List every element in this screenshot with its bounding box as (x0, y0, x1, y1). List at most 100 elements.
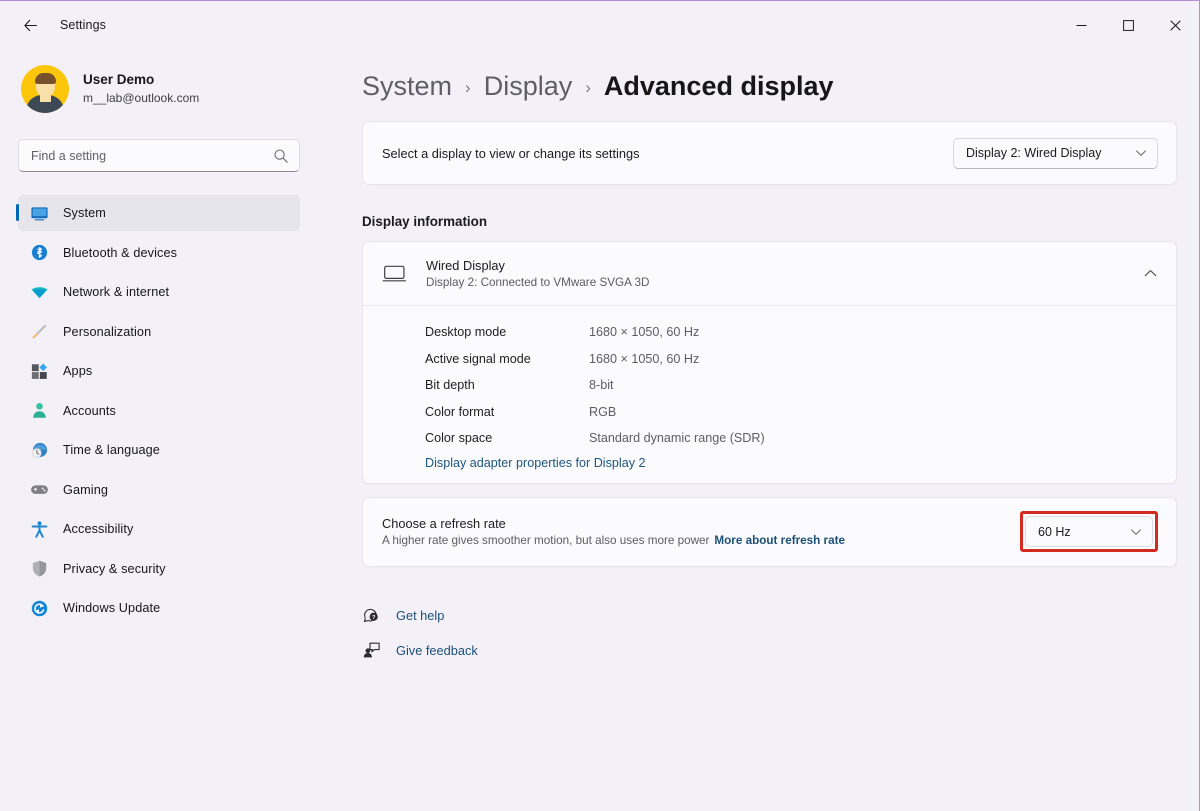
sidebar-item-label: Bluetooth & devices (63, 246, 177, 260)
maximize-button[interactable] (1105, 1, 1152, 49)
avatar (21, 65, 69, 113)
back-arrow-icon (22, 17, 39, 34)
sidebar-item-personalization[interactable]: Personalization (18, 314, 300, 350)
detail-key: Color format (425, 405, 589, 419)
sidebar-item-bluetooth-devices[interactable]: Bluetooth & devices (18, 235, 300, 271)
window-controls (1058, 1, 1199, 49)
detail-value: Standard dynamic range (SDR) (589, 431, 765, 445)
give-feedback-link[interactable]: Give feedback (362, 633, 488, 668)
svg-text:?: ? (372, 614, 376, 620)
update-refresh-icon (29, 598, 49, 618)
refresh-rate-dropdown[interactable]: 60 Hz (1025, 516, 1153, 547)
feedback-person-icon (362, 641, 388, 660)
detail-row: Color space Standard dynamic range (SDR) (363, 425, 1176, 452)
sidebar-item-label: Windows Update (63, 601, 160, 615)
search-icon (273, 148, 289, 164)
refresh-rate-value: 60 Hz (1038, 525, 1071, 539)
close-button[interactable] (1152, 1, 1199, 49)
refresh-rate-highlight: 60 Hz (1020, 511, 1158, 552)
sidebar-item-label: Privacy & security (63, 562, 166, 576)
account-email: m__lab@outlook.com (83, 91, 199, 106)
help-question-icon: ? (362, 606, 388, 625)
clock-globe-icon (29, 440, 49, 460)
detail-value: 1680 × 1050, 60 Hz (589, 352, 699, 366)
sidebar-item-network-internet[interactable]: Network & internet (18, 274, 300, 310)
apps-grid-icon (29, 361, 49, 381)
display-selector-card: Select a display to view or change its s… (362, 121, 1177, 185)
footer-links: ? Get help Give feedback (362, 598, 1199, 668)
monitor-outline-icon (382, 261, 414, 286)
close-icon (1170, 20, 1181, 31)
chevron-right-icon: › (585, 78, 591, 98)
search-input[interactable] (31, 149, 273, 163)
sidebar-item-time-language[interactable]: Time & language (18, 432, 300, 468)
display-detail-list: Desktop mode 1680 × 1050, 60 Hz Active s… (363, 306, 1176, 483)
detail-key: Color space (425, 431, 589, 445)
more-about-refresh-rate-link[interactable]: More about refresh rate (714, 534, 845, 547)
shield-icon (29, 559, 49, 579)
search-box[interactable] (18, 139, 300, 172)
sidebar-nav: System Bluetooth & devices (16, 195, 304, 626)
refresh-rate-card: Choose a refresh rate A higher rate give… (362, 497, 1177, 567)
monitor-icon (29, 203, 49, 223)
person-icon (29, 401, 49, 421)
wired-display-name: Wired Display (426, 258, 1143, 273)
back-button[interactable] (12, 9, 48, 41)
sidebar-item-system[interactable]: System (18, 195, 300, 231)
get-help-link[interactable]: ? Get help (362, 598, 454, 633)
account-tile[interactable]: User Demo m__lab@outlook.com (16, 49, 304, 123)
minimize-icon (1076, 20, 1087, 31)
minimize-button[interactable] (1058, 1, 1105, 49)
sidebar-item-label: Apps (63, 364, 92, 378)
sidebar-item-accessibility[interactable]: Accessibility (18, 511, 300, 547)
gamepad-icon (29, 480, 49, 500)
refresh-rate-row: Choose a refresh rate A higher rate give… (363, 498, 1176, 566)
sidebar-item-label: Accounts (63, 404, 116, 418)
maximize-icon (1123, 20, 1134, 31)
display-selector-label: Select a display to view or change its s… (382, 146, 953, 161)
display-selector-value: Display 2: Wired Display (966, 146, 1101, 160)
wifi-icon (29, 282, 49, 302)
display-selector-row: Select a display to view or change its s… (363, 122, 1176, 184)
sidebar-item-apps[interactable]: Apps (18, 353, 300, 389)
sidebar-item-label: Time & language (63, 443, 160, 457)
display-adapter-properties-link[interactable]: Display adapter properties for Display 2 (363, 452, 1176, 470)
breadcrumb: System › Display › Advanced display (330, 49, 1199, 121)
detail-key: Desktop mode (425, 325, 589, 339)
breadcrumb-display[interactable]: Display (484, 71, 573, 102)
detail-row: Active signal mode 1680 × 1050, 60 Hz (363, 346, 1176, 373)
detail-value: RGB (589, 405, 616, 419)
give-feedback-label: Give feedback (396, 643, 478, 658)
sidebar-item-label: Personalization (63, 325, 151, 339)
detail-row: Bit depth 8-bit (363, 372, 1176, 399)
paintbrush-icon (29, 322, 49, 342)
account-name: User Demo (83, 72, 199, 89)
wired-display-sub: Display 2: Connected to VMware SVGA 3D (426, 276, 1143, 289)
chevron-down-icon (1130, 526, 1142, 538)
sidebar-item-privacy-security[interactable]: Privacy & security (18, 551, 300, 587)
detail-key: Bit depth (425, 378, 589, 392)
window-body: User Demo m__lab@outlook.com (0, 49, 1199, 811)
detail-row: Desktop mode 1680 × 1050, 60 Hz (363, 319, 1176, 346)
sidebar: User Demo m__lab@outlook.com (0, 49, 320, 811)
content-area: System › Display › Advanced display Sele… (320, 49, 1199, 811)
settings-window: Settings (0, 0, 1200, 811)
display-information-heading: Display information (362, 214, 1199, 229)
sidebar-item-accounts[interactable]: Accounts (18, 393, 300, 429)
chevron-up-icon (1143, 266, 1158, 281)
accessibility-icon (29, 519, 49, 539)
chevron-down-icon (1135, 147, 1147, 159)
title-bar: Settings (0, 1, 1199, 49)
sidebar-item-label: Gaming (63, 483, 108, 497)
wired-display-expander[interactable]: Wired Display Display 2: Connected to VM… (363, 242, 1176, 305)
breadcrumb-system[interactable]: System (362, 71, 452, 102)
display-information-card: Wired Display Display 2: Connected to VM… (362, 241, 1177, 484)
refresh-rate-title: Choose a refresh rate (382, 516, 1020, 531)
sidebar-item-gaming[interactable]: Gaming (18, 472, 300, 508)
detail-value: 1680 × 1050, 60 Hz (589, 325, 699, 339)
display-selector-dropdown[interactable]: Display 2: Wired Display (953, 138, 1158, 169)
bluetooth-icon (29, 243, 49, 263)
get-help-label: Get help (396, 608, 444, 623)
sidebar-item-label: Accessibility (63, 522, 133, 536)
sidebar-item-windows-update[interactable]: Windows Update (18, 590, 300, 626)
